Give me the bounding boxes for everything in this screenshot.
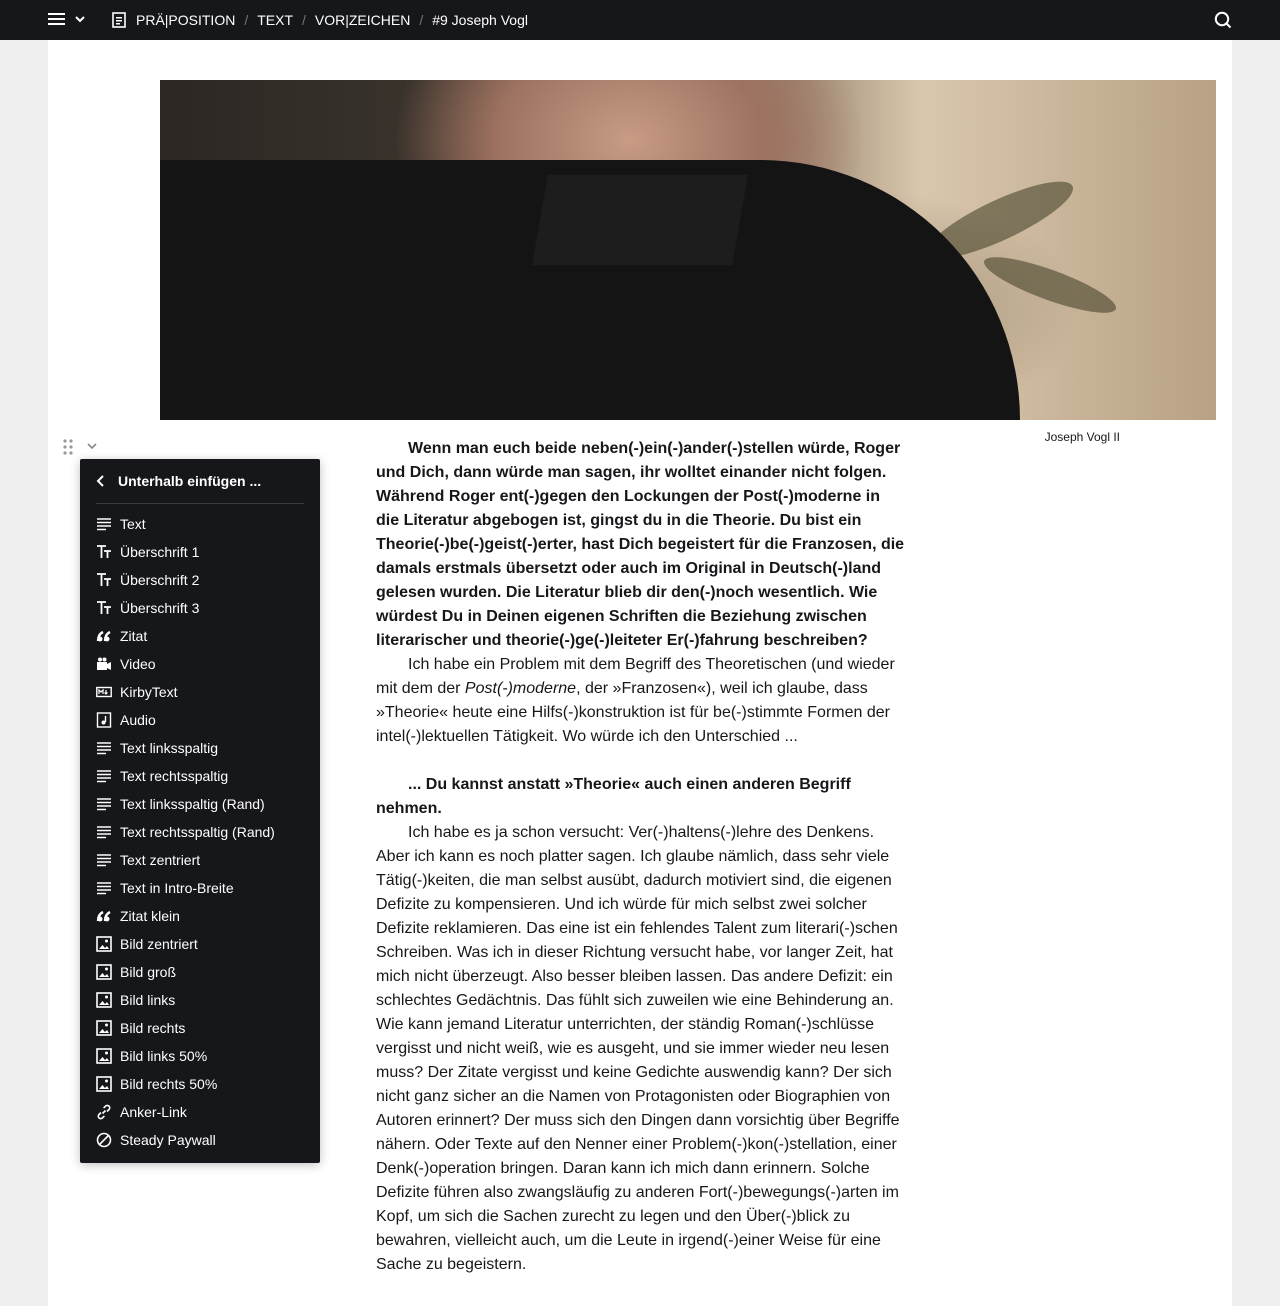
question-paragraph-1: Wenn man euch beide neben(-)ein(-)ander(… xyxy=(376,440,905,649)
article-text[interactable]: Wenn man euch beide neben(-)ein(-)ander(… xyxy=(376,437,906,1277)
dropdown-item-label: Steady Paywall xyxy=(120,1132,216,1148)
dropdown-item-label: Anker-Link xyxy=(120,1104,187,1120)
dropdown-item-bild-links-50[interactable]: Bild links 50% xyxy=(80,1042,320,1070)
text-icon xyxy=(97,826,111,839)
dropdown-item-audio[interactable]: Audio xyxy=(80,706,320,734)
dropdown-item-label: Text zentriert xyxy=(120,852,201,868)
dropdown-item-label: Überschrift 3 xyxy=(120,600,200,616)
answer-paragraph-2: Ich habe es ja schon versucht: Ver(-)hal… xyxy=(376,824,900,1273)
dropdown-item-überschrift-2[interactable]: Überschrift 2 xyxy=(80,566,320,594)
dropdown-item-text-rechtsspaltig[interactable]: Text rechtsspaltig xyxy=(80,762,320,790)
dropdown-item-text-rechtsspaltig-rand[interactable]: Text rechtsspaltig (Rand) xyxy=(80,818,320,846)
block-options-chevron-icon[interactable] xyxy=(86,440,98,452)
chevron-down-icon xyxy=(75,16,85,23)
dropdown-item-bild-zentriert[interactable]: Bild zentriert xyxy=(80,930,320,958)
markdown-icon xyxy=(96,686,112,698)
text-icon xyxy=(97,770,111,783)
text-icon xyxy=(97,854,111,867)
audio-icon xyxy=(96,712,112,728)
dropdown-item-label: Bild links xyxy=(120,992,176,1008)
dropdown-item-label: Zitat xyxy=(120,628,148,644)
dropdown-item-label: Bild zentriert xyxy=(120,936,198,952)
quote-icon xyxy=(96,630,111,642)
cancel-icon xyxy=(96,1132,112,1148)
dropdown-item-label: Text in Intro-Breite xyxy=(120,880,234,896)
menu-button[interactable] xyxy=(48,11,86,27)
dropdown-item-label: Audio xyxy=(120,712,156,728)
dropdown-item-text-linksspaltig[interactable]: Text linksspaltig xyxy=(80,734,320,762)
title-icon xyxy=(97,573,111,586)
drag-handle-icon[interactable] xyxy=(62,438,74,456)
image-caption: Joseph Vogl II xyxy=(1044,430,1120,444)
dropdown-item-label: Text linksspaltig xyxy=(120,740,219,756)
dropdown-back-button[interactable]: Unterhalb einfügen ... xyxy=(80,459,320,503)
image-icon xyxy=(96,1076,112,1092)
breadcrumb-item-text[interactable]: TEXT xyxy=(257,12,293,28)
dropdown-title: Unterhalb einfügen ... xyxy=(118,473,262,489)
text-icon xyxy=(97,798,111,811)
dropdown-item-text-zentriert[interactable]: Text zentriert xyxy=(80,846,320,874)
question-paragraph-2: ... Du kannst anstatt »Theorie« auch ein… xyxy=(376,776,851,817)
dropdown-item-bild-rechts[interactable]: Bild rechts xyxy=(80,1014,320,1042)
dropdown-item-label: Überschrift 2 xyxy=(120,572,200,588)
dropdown-item-label: Text rechtsspaltig xyxy=(120,768,229,784)
dropdown-item-label: KirbyText xyxy=(120,684,178,700)
dropdown-item-bild-groß[interactable]: Bild groß xyxy=(80,958,320,986)
title-icon xyxy=(97,601,111,614)
video-icon xyxy=(97,657,111,670)
quote-icon xyxy=(96,910,111,922)
image-icon xyxy=(96,964,112,980)
search-button[interactable] xyxy=(1214,11,1232,34)
dropdown-item-text-in-intro-breite[interactable]: Text in Intro-Breite xyxy=(80,874,320,902)
dropdown-item-label: Überschrift 1 xyxy=(120,544,200,560)
breadcrumb-item-vorzeichen[interactable]: VOR|ZEICHEN xyxy=(315,12,410,28)
dropdown-item-label: Bild rechts 50% xyxy=(120,1076,218,1092)
chevron-left-icon xyxy=(96,475,104,487)
page-icon xyxy=(112,12,126,28)
dropdown-item-anker-link[interactable]: Anker-Link xyxy=(80,1098,320,1126)
breadcrumb-item-praeposition[interactable]: PRÄ|POSITION xyxy=(136,12,235,28)
dropdown-item-label: Bild rechts xyxy=(120,1020,186,1036)
dropdown-item-bild-rechts-50[interactable]: Bild rechts 50% xyxy=(80,1070,320,1098)
dropdown-item-zitat[interactable]: Zitat xyxy=(80,622,320,650)
text-icon xyxy=(97,518,111,531)
dropdown-item-label: Text linksspaltig (Rand) xyxy=(120,796,265,812)
dropdown-item-label: Zitat klein xyxy=(120,908,180,924)
dropdown-item-video[interactable]: Video xyxy=(80,650,320,678)
dropdown-item-label: Bild groß xyxy=(120,964,177,980)
dropdown-item-text[interactable]: Text xyxy=(80,510,320,538)
dropdown-item-bild-links[interactable]: Bild links xyxy=(80,986,320,1014)
image-icon xyxy=(96,1020,112,1036)
dropdown-item-überschrift-1[interactable]: Überschrift 1 xyxy=(80,538,320,566)
breadcrumb-item-current-page[interactable]: #9 Joseph Vogl xyxy=(432,12,528,28)
dropdown-item-steady-paywall[interactable]: Steady Paywall xyxy=(80,1126,320,1154)
insert-block-dropdown: Unterhalb einfügen ... Text Überschrift 1… xyxy=(80,459,320,1163)
portrait-photo[interactable] xyxy=(160,80,1216,420)
title-icon xyxy=(97,545,111,558)
dropdown-item-text-linksspaltig-rand[interactable]: Text linksspaltig (Rand) xyxy=(80,790,320,818)
text-icon xyxy=(97,882,111,895)
top-bar: PRÄ|POSITION / TEXT / VOR|ZEICHEN / #9 J… xyxy=(0,0,1280,40)
dropdown-item-label: Text rechtsspaltig (Rand) xyxy=(120,824,275,840)
link-icon xyxy=(97,1104,111,1120)
dropdown-item-label: Text xyxy=(120,516,146,532)
dropdown-item-kirbytext[interactable]: KirbyText xyxy=(80,678,320,706)
dropdown-item-label: Video xyxy=(120,656,156,672)
dropdown-item-zitat-klein[interactable]: Zitat klein xyxy=(80,902,320,930)
image-icon xyxy=(96,992,112,1008)
image-icon xyxy=(96,1048,112,1064)
image-icon xyxy=(96,936,112,952)
breadcrumb: PRÄ|POSITION / TEXT / VOR|ZEICHEN / #9 J… xyxy=(112,0,528,40)
text-icon xyxy=(97,742,111,755)
answer-paragraph-1: Ich habe ein Problem mit dem Begriff des… xyxy=(376,656,895,745)
dropdown-item-überschrift-3[interactable]: Überschrift 3 xyxy=(80,594,320,622)
search-icon xyxy=(1214,11,1232,29)
hamburger-icon xyxy=(48,13,65,25)
dropdown-item-list: Text Überschrift 1 Überschrift 2 Überschrif… xyxy=(80,510,320,1154)
dropdown-item-label: Bild links 50% xyxy=(120,1048,208,1064)
